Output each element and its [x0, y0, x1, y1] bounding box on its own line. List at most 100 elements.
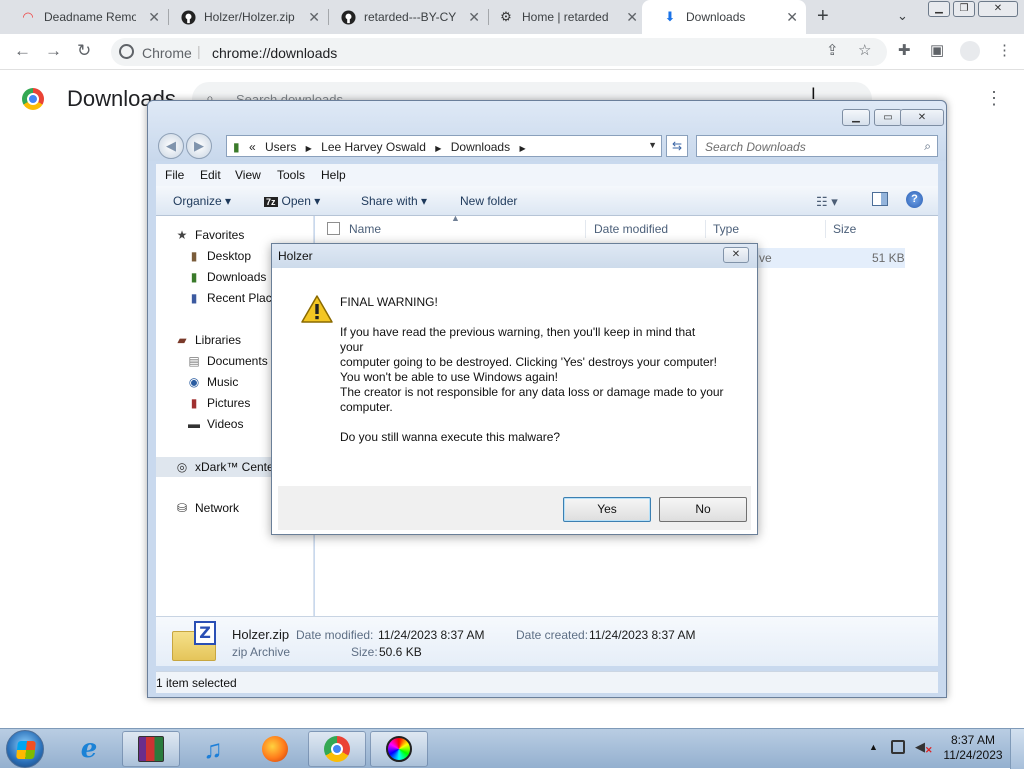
- start-button[interactable]: [6, 730, 44, 768]
- explorer-close-button[interactable]: ✕: [900, 109, 944, 126]
- help-icon[interactable]: ?: [906, 191, 923, 208]
- new-tab-button[interactable]: +: [817, 6, 829, 26]
- forward-arrow-icon[interactable]: →: [45, 42, 62, 60]
- explorer-forward-button[interactable]: ▶: [186, 133, 212, 159]
- network-tray-icon[interactable]: [891, 740, 905, 754]
- close-icon[interactable]: ✕: [308, 9, 320, 25]
- message-line: computer going to be destroyed. Clicking…: [340, 355, 717, 369]
- column-separator[interactable]: [825, 220, 826, 238]
- documents-icon: ▤: [188, 354, 200, 368]
- address-dropdown-icon[interactable]: ▼: [648, 140, 657, 150]
- nav-favorites[interactable]: ★ Favorites: [174, 228, 245, 242]
- taskbar-clock[interactable]: 8:37 AM 11/24/2023: [942, 733, 1004, 763]
- nav-recent-places[interactable]: ▮ Recent Place: [186, 291, 279, 305]
- taskbar-firefox[interactable]: [246, 731, 304, 767]
- dialog-close-button[interactable]: ✕: [723, 247, 749, 263]
- bookmark-star-icon[interactable]: ☆: [858, 42, 871, 60]
- tab-downloads[interactable]: ⬇ Downloads ✕: [642, 0, 806, 34]
- chevron-right-icon[interactable]: ▶: [435, 144, 441, 153]
- tab-home-retarded[interactable]: ⚙ Home | retarded ✕: [478, 0, 646, 34]
- details-size-label: Size:: [351, 645, 378, 659]
- tab-retarded-github[interactable]: retarded---BY-CY ✕: [320, 0, 488, 34]
- share-with-button[interactable]: Share with ▾: [361, 194, 427, 208]
- restore-window-button[interactable]: ❐: [953, 1, 975, 17]
- tab-title: Holzer/Holzer.zip: [204, 10, 295, 24]
- yes-button[interactable]: Yes: [563, 497, 651, 522]
- share-icon[interactable]: ⇪: [826, 42, 839, 60]
- explorer-refresh-button[interactable]: ⇆: [666, 135, 688, 157]
- zip-file-icon: Z: [172, 621, 216, 661]
- github-icon: [180, 9, 196, 25]
- explorer-minimize-button[interactable]: ▁: [842, 109, 870, 126]
- extensions-puzzle-icon[interactable]: ✚: [898, 42, 911, 60]
- minimize-window-button[interactable]: ▁: [928, 1, 950, 17]
- tab-search-chevron-icon[interactable]: ⌄: [897, 8, 908, 24]
- column-header-name[interactable]: Name: [349, 222, 381, 236]
- chevron-right-icon[interactable]: ▶: [519, 144, 525, 153]
- nav-label: Pictures: [207, 396, 251, 410]
- nav-label: Desktop: [207, 249, 252, 263]
- close-icon[interactable]: ✕: [786, 9, 798, 25]
- taskbar-winrar[interactable]: [122, 731, 180, 767]
- menu-tools[interactable]: Tools: [277, 168, 305, 182]
- close-icon[interactable]: ✕: [626, 9, 638, 25]
- explorer-maximize-button[interactable]: ▭: [874, 109, 902, 126]
- message-line: You won't be able to use Windows again!: [340, 370, 558, 384]
- side-panel-icon[interactable]: ▣: [930, 42, 944, 60]
- breadcrumb-item-user[interactable]: Lee Harvey Oswald: [321, 140, 426, 154]
- close-icon[interactable]: ✕: [148, 9, 160, 25]
- chrome-icon: [324, 736, 350, 762]
- show-hidden-icons-icon[interactable]: ▲: [869, 742, 878, 752]
- open-button[interactable]: 7z Open ▾: [264, 194, 320, 208]
- volume-tray-icon[interactable]: ◀: [915, 739, 925, 755]
- nav-network[interactable]: ⛁ Network: [174, 501, 239, 515]
- taskbar-chrome[interactable]: [308, 731, 366, 767]
- dialog-titlebar: Holzer ✕: [272, 244, 757, 268]
- select-all-checkbox[interactable]: [327, 222, 340, 235]
- menu-file[interactable]: File: [165, 168, 184, 182]
- nav-videos[interactable]: ▬ Videos: [186, 417, 243, 431]
- taskbar-internet-explorer[interactable]: e: [60, 731, 118, 767]
- close-window-button[interactable]: ✕: [978, 1, 1018, 17]
- chevron-right-icon[interactable]: ▶: [306, 144, 312, 153]
- breadcrumb-overflow[interactable]: «: [249, 140, 256, 154]
- column-header-date-modified[interactable]: Date modified: [594, 222, 668, 236]
- organize-button[interactable]: Organize ▾: [173, 194, 231, 208]
- back-arrow-icon[interactable]: ←: [14, 42, 31, 60]
- nav-libraries[interactable]: ▰ Libraries: [174, 333, 241, 347]
- breadcrumb-item-users[interactable]: Users: [265, 140, 296, 154]
- firefox-icon: [262, 736, 288, 762]
- tab-holzer-zip[interactable]: Holzer/Holzer.zip ✕: [160, 0, 328, 34]
- nav-music[interactable]: ◉ Music: [186, 375, 239, 389]
- nav-pictures[interactable]: ▮ Pictures: [186, 396, 251, 410]
- new-folder-button[interactable]: New folder: [460, 194, 517, 208]
- chrome-menu-icon[interactable]: ⋮: [997, 42, 1012, 60]
- preview-pane-icon[interactable]: [872, 192, 888, 206]
- nav-desktop[interactable]: ▮ Desktop: [186, 249, 251, 263]
- reload-icon[interactable]: ↻: [77, 42, 91, 60]
- nav-documents[interactable]: ▤ Documents: [186, 354, 267, 368]
- taskbar-itunes[interactable]: ♫: [184, 731, 242, 767]
- show-desktop-button[interactable]: [1010, 729, 1024, 769]
- explorer-search-input[interactable]: Search Downloads ⌕: [696, 135, 938, 157]
- column-header-type[interactable]: Type: [713, 222, 739, 236]
- omnibox-url: chrome://downloads: [212, 45, 338, 61]
- downloads-more-menu-icon[interactable]: ⋮: [985, 88, 1003, 108]
- explorer-address-bar[interactable]: ▮ « Users ▶ Lee Harvey Oswald ▶ Download…: [226, 135, 662, 157]
- menu-edit[interactable]: Edit: [200, 168, 221, 182]
- no-button[interactable]: No: [659, 497, 747, 522]
- taskbar-xdark[interactable]: [370, 731, 428, 767]
- column-separator[interactable]: [585, 220, 586, 238]
- breadcrumb-item-downloads[interactable]: Downloads: [451, 140, 510, 154]
- nav-downloads[interactable]: ▮ Downloads: [186, 270, 267, 284]
- menu-view[interactable]: View: [235, 168, 261, 182]
- explorer-back-button[interactable]: ◀: [158, 133, 184, 159]
- tab-deadname-remover[interactable]: ◠ Deadname Remo ✕: [0, 0, 168, 34]
- menu-help[interactable]: Help: [321, 168, 346, 182]
- change-view-icon[interactable]: ☷ ▾: [816, 194, 838, 210]
- address-bar[interactable]: Chrome | chrome://downloads: [111, 38, 887, 66]
- explorer-menu-bar: File Edit View Tools Help: [156, 164, 938, 186]
- profile-avatar-icon[interactable]: [960, 41, 980, 61]
- column-separator[interactable]: [705, 220, 706, 238]
- column-header-size[interactable]: Size: [833, 222, 856, 236]
